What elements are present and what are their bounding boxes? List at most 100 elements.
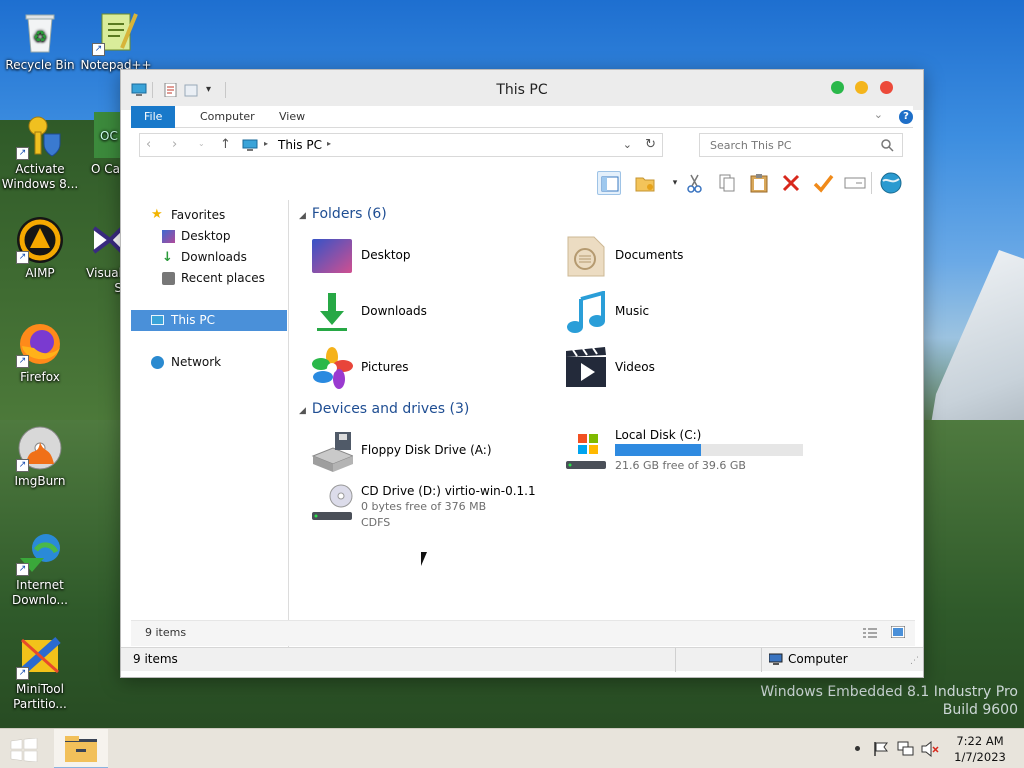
breadcrumb-separator-icon[interactable]: ▸ (327, 139, 331, 148)
maximize-button[interactable] (831, 81, 844, 94)
desktop-icon-imgburn[interactable]: ↗ ImgBurn (0, 424, 80, 489)
action-center-flag-icon[interactable] (873, 741, 889, 757)
cut-icon[interactable] (683, 171, 707, 195)
folder-name: Videos (615, 360, 655, 374)
rename-check-icon[interactable] (811, 171, 835, 195)
videos-folder-icon (566, 347, 606, 387)
search-box[interactable]: Search This PC (699, 133, 903, 157)
nav-favorites[interactable]: ★ Favorites (131, 205, 287, 226)
desktop-icon-internet-download-manager[interactable]: ↗ Internet Downlo... (0, 528, 80, 608)
recycle-bin-icon: ♻ (16, 8, 64, 56)
drive-free-space: 21.6 GB free of 39.6 GB (615, 459, 746, 472)
folder-item-music[interactable]: Music (565, 289, 785, 335)
item-count: 9 items (133, 652, 178, 666)
paste-icon[interactable] (747, 171, 771, 195)
app-icon: OC (94, 112, 122, 160)
volume-muted-icon[interactable] (921, 741, 939, 757)
up-button[interactable]: ↑ (220, 137, 231, 152)
folder-item-documents[interactable]: Documents (565, 233, 785, 279)
drives-group-header[interactable]: ◢ Devices and drives (3) (299, 401, 469, 417)
folders-group-header[interactable]: ◢ Folders (6) (299, 206, 387, 222)
rename-field-icon[interactable] (843, 171, 867, 195)
tab-computer[interactable]: Computer (187, 106, 268, 128)
copy-icon[interactable] (715, 171, 739, 195)
clock-date: 1/7/2023 (954, 750, 1006, 764)
folder-name: Documents (615, 248, 684, 262)
status-divider (761, 648, 762, 672)
title-bar[interactable]: ▾ This PC (121, 70, 923, 110)
folder-item-pictures[interactable]: Pictures (311, 345, 531, 391)
nav-downloads-label: Downloads (181, 250, 247, 264)
details-view-icon[interactable] (863, 627, 877, 639)
desktop-icon-minitool-partition[interactable]: ↗ MiniTool Partitio... (0, 632, 80, 712)
nav-recent-places[interactable]: Recent places (131, 268, 287, 289)
watermark-edition: Windows Embedded 8.1 Industry Pro (760, 684, 1018, 700)
folder-item-downloads[interactable]: Downloads (311, 289, 531, 335)
desktop-icon-recycle-bin[interactable]: ♻ Recycle Bin (0, 8, 80, 73)
new-folder-icon[interactable] (633, 171, 657, 195)
address-bar[interactable]: ‹ › ⌄ ↑ ▸ This PC ▸ ⌄ ↻ (139, 133, 663, 157)
folder-name: Desktop (361, 248, 411, 262)
desktop-icon (162, 230, 175, 243)
network-tray-icon[interactable] (897, 741, 915, 757)
nav-desktop[interactable]: Desktop (131, 226, 287, 247)
window-title: This PC (496, 82, 548, 98)
resize-grip-icon[interactable]: ⋰ (910, 656, 919, 666)
start-button[interactable] (10, 738, 38, 762)
collapse-triangle-icon[interactable]: ◢ (299, 406, 306, 416)
watermark-build: Build 9600 (942, 702, 1018, 718)
search-icon[interactable] (881, 139, 894, 152)
nav-this-pc[interactable]: This PC (131, 310, 287, 331)
folder-item-desktop[interactable]: Desktop (311, 233, 531, 279)
taskbar-clock[interactable]: 7:22 AM 1/7/2023 (944, 733, 1016, 765)
status-location: Computer (788, 652, 848, 666)
back-button[interactable]: ‹ (146, 137, 151, 152)
desktop-icon-visual-studio[interactable]: Visual S (76, 216, 122, 296)
desktop-icon-activate-windows[interactable]: ↗ Activate Windows 8... (0, 112, 80, 192)
svg-text:OC: OC (100, 129, 118, 143)
desktop-icon-label: Firefox (20, 370, 60, 384)
desktop-icon-label: AIMP (25, 266, 55, 280)
refresh-icon[interactable]: ↻ (645, 137, 656, 152)
shortcut-arrow-icon: ↗ (16, 667, 29, 680)
large-icons-view-icon[interactable] (891, 626, 905, 638)
address-dropdown-icon[interactable]: ⌄ (623, 138, 632, 151)
explorer-window[interactable]: ▾ This PC File Computer View ⌄ ? ‹ › ⌄ ↑… (120, 69, 924, 678)
forward-button[interactable]: › (172, 137, 177, 152)
delete-icon[interactable] (779, 171, 803, 195)
status-divider (675, 648, 676, 672)
preview-pane-icon[interactable] (597, 171, 621, 195)
minimize-button[interactable] (855, 81, 868, 94)
nav-recent-places-label: Recent places (181, 271, 265, 285)
cd-drive-icon (312, 484, 353, 520)
downloads-folder-icon (317, 293, 347, 331)
tab-view[interactable]: View (266, 106, 318, 128)
nav-favorites-label: Favorites (171, 208, 226, 222)
shortcut-arrow-icon: ↗ (16, 355, 29, 368)
notification-dot-icon[interactable] (855, 746, 860, 751)
breadcrumb-this-pc[interactable]: This PC (278, 138, 322, 152)
folder-item-videos[interactable]: Videos (565, 345, 785, 391)
drive-item-local-disk[interactable]: Local Disk (C:) 21.6 GB free of 39.6 GB (565, 428, 815, 474)
status-bar-top: 9 items (131, 620, 915, 646)
local-disk-icon (566, 434, 606, 469)
nav-downloads[interactable]: ↓ Downloads (131, 247, 287, 268)
tab-file[interactable]: File (131, 106, 176, 128)
drive-item-cd[interactable]: CD Drive (D:) virtio-win-0.1.1 0 bytes f… (311, 468, 571, 530)
disk-usage-fill (615, 444, 701, 456)
globe-icon[interactable] (879, 171, 903, 195)
close-button[interactable] (880, 81, 893, 94)
desktop-icon-firefox[interactable]: ↗ Firefox (0, 320, 80, 385)
taskbar-file-explorer[interactable] (54, 729, 108, 768)
desktop-icon-label: Recycle Bin (5, 58, 75, 72)
nav-network[interactable]: Network (131, 352, 287, 373)
collapse-triangle-icon[interactable]: ◢ (299, 211, 306, 221)
recent-locations-button[interactable]: ⌄ (198, 139, 205, 148)
shortcut-arrow-icon: ↗ (16, 251, 29, 264)
search-input[interactable]: Search This PC (710, 139, 792, 152)
desktop-icon-app[interactable]: OC O Ca (76, 112, 122, 177)
desktop-icon-aimp[interactable]: ↗ AIMP (0, 216, 80, 281)
desktop-icon-notepad-plus-plus[interactable]: ↗ Notepad++ (76, 8, 156, 73)
expand-ribbon-icon[interactable]: ⌄ (874, 108, 883, 121)
help-icon[interactable]: ? (899, 110, 913, 124)
